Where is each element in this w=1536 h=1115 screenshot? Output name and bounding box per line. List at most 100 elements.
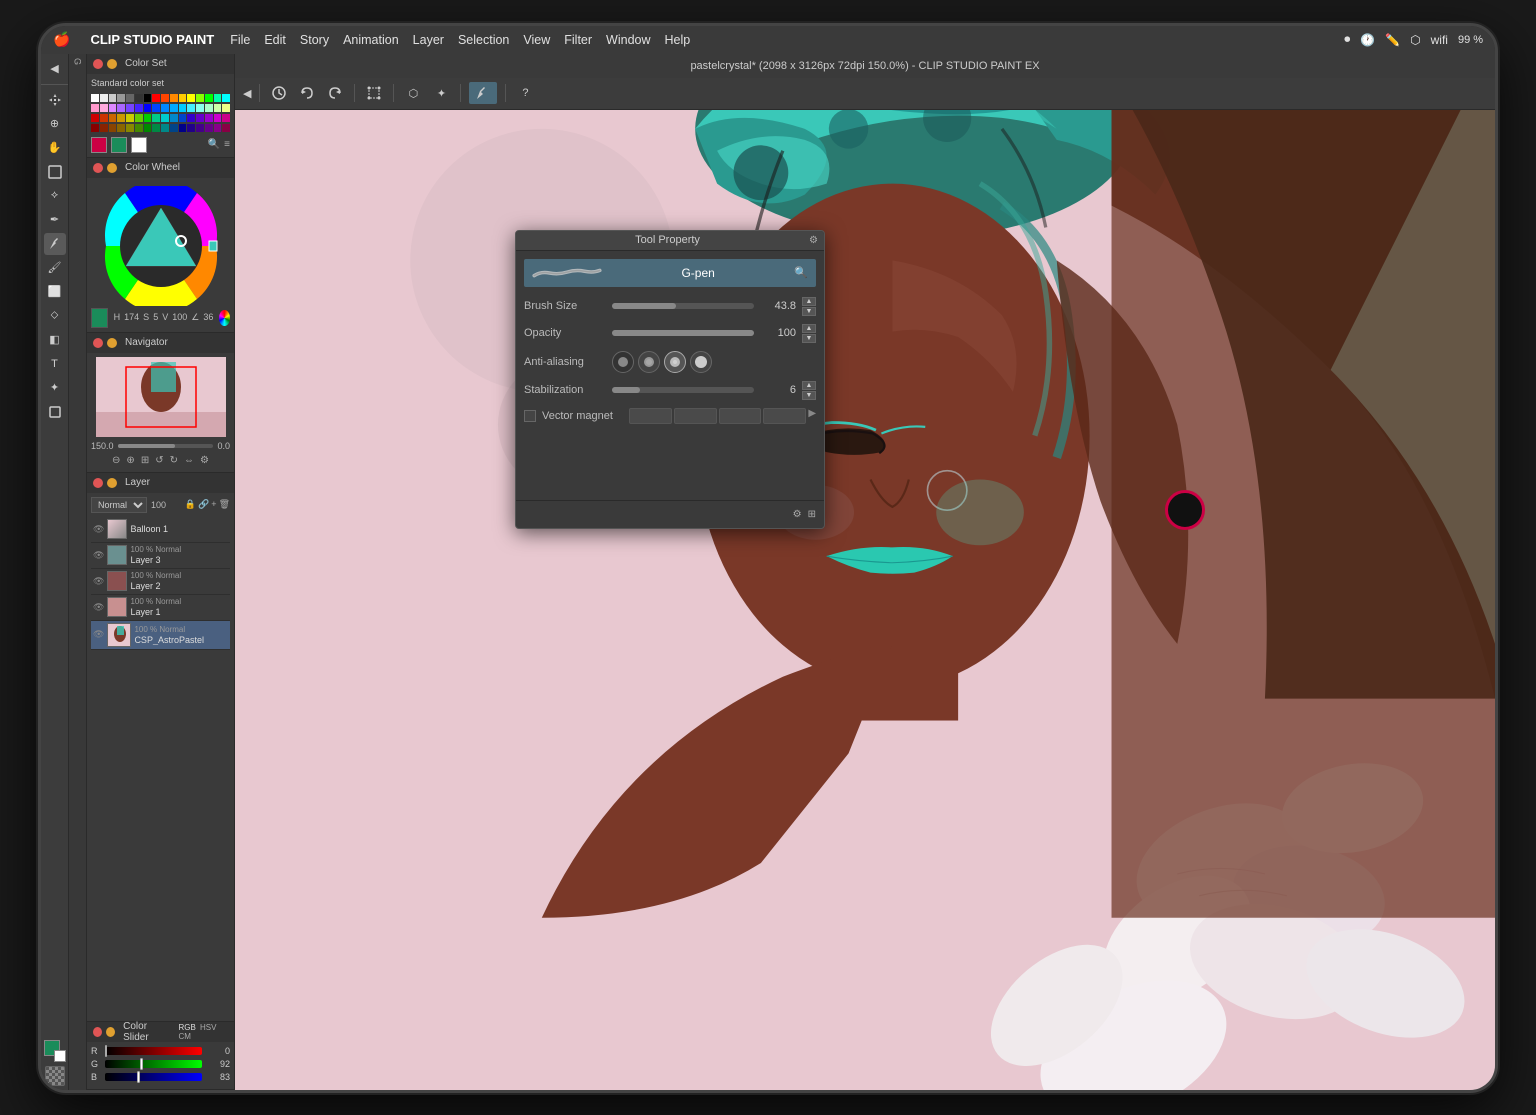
link-icon[interactable]: 🔗: [198, 499, 209, 510]
swatch[interactable]: [152, 104, 160, 112]
art-canvas[interactable]: Tool Property ⚙ G-pen 🔍: [235, 110, 1495, 1090]
hue-selector[interactable]: [219, 310, 230, 326]
brush-size-up[interactable]: ▲: [802, 297, 816, 306]
swatch[interactable]: [109, 114, 117, 122]
help-icon[interactable]: ?: [514, 82, 536, 104]
opacity-stepper[interactable]: ▲ ▼: [802, 324, 816, 343]
swatch[interactable]: [161, 104, 169, 112]
swatch[interactable]: [170, 104, 178, 112]
color-slider-close[interactable]: [93, 1027, 102, 1037]
rgb-tab[interactable]: RGB: [178, 1023, 195, 1032]
layer-eye[interactable]: 👁: [93, 629, 104, 640]
nav-zoom-slider[interactable]: [118, 444, 214, 448]
menu-layer[interactable]: Layer: [413, 33, 444, 47]
color-options[interactable]: ≡: [224, 139, 230, 150]
swatch[interactable]: [144, 104, 152, 112]
swatch[interactable]: [109, 124, 117, 132]
g-slider[interactable]: [105, 1060, 202, 1068]
swatch[interactable]: [187, 104, 195, 112]
dialog-settings-icon[interactable]: ⚙: [793, 509, 802, 520]
b-slider[interactable]: [105, 1073, 202, 1081]
swatch[interactable]: [100, 104, 108, 112]
swatch[interactable]: [152, 124, 160, 132]
dialog-titlebar[interactable]: Tool Property ⚙: [516, 231, 824, 251]
navigator-min[interactable]: [107, 338, 117, 348]
vector-magnet-checkbox[interactable]: [524, 410, 536, 422]
swatch[interactable]: [117, 114, 125, 122]
color-wheel-svg[interactable]: [101, 186, 221, 306]
swatch[interactable]: [161, 94, 169, 102]
brush-size-slider[interactable]: [612, 303, 754, 309]
swatch[interactable]: [179, 94, 187, 102]
apple-logo[interactable]: 🍎: [53, 31, 70, 48]
swatch[interactable]: [170, 114, 178, 122]
background-color[interactable]: [111, 137, 127, 153]
menu-view[interactable]: View: [523, 33, 550, 47]
menu-selection[interactable]: Selection: [458, 33, 509, 47]
swatch[interactable]: [205, 124, 213, 132]
swatch[interactable]: [179, 124, 187, 132]
nav-fit[interactable]: ⊞: [139, 453, 151, 468]
navigator-preview[interactable]: [96, 357, 226, 437]
undo-icon[interactable]: [296, 82, 318, 104]
swatch[interactable]: [196, 124, 204, 132]
swatch[interactable]: [91, 104, 99, 112]
nav-zoom-out[interactable]: ⊖: [110, 453, 122, 468]
opacity-up[interactable]: ▲: [802, 324, 816, 333]
swatch[interactable]: [126, 124, 134, 132]
lasso-tool[interactable]: ⟡: [44, 185, 66, 207]
nav-tools[interactable]: ⚙: [198, 453, 211, 468]
stab-slider[interactable]: [612, 387, 754, 393]
nav-rotate-left[interactable]: ↺: [153, 453, 165, 468]
swatch[interactable]: [91, 124, 99, 132]
stab-down[interactable]: ▼: [802, 391, 816, 400]
lasso-icon[interactable]: ⬡: [402, 82, 424, 104]
nav-zoom-in[interactable]: ⊕: [124, 453, 136, 468]
menu-animation[interactable]: Animation: [343, 33, 399, 47]
layer-eye[interactable]: 👁: [93, 576, 104, 587]
select-tool[interactable]: [44, 161, 66, 183]
hsv-tab[interactable]: HSV: [200, 1023, 216, 1032]
stab-up[interactable]: ▲: [802, 381, 816, 390]
swatch[interactable]: [135, 124, 143, 132]
swatch[interactable]: [144, 114, 152, 122]
menu-filter[interactable]: Filter: [564, 33, 592, 47]
pen-tool[interactable]: [44, 233, 66, 255]
blend-mode-select[interactable]: Normal: [91, 497, 147, 513]
swatch[interactable]: [179, 104, 187, 112]
brush-tool[interactable]: 🖌: [44, 257, 66, 279]
swatch[interactable]: [135, 114, 143, 122]
redo-icon[interactable]: [324, 82, 346, 104]
layer-row-selected[interactable]: 👁 100 % Normal CSP_AstroPastel: [91, 621, 230, 650]
color-wheel-close[interactable]: [93, 163, 103, 173]
vm-seg1[interactable]: [629, 408, 672, 424]
color-wheel-min[interactable]: [107, 163, 117, 173]
layer-eye[interactable]: 👁: [93, 524, 104, 535]
vector-tool[interactable]: ✦: [44, 377, 66, 399]
menu-edit[interactable]: Edit: [264, 33, 286, 47]
color-set-min[interactable]: [107, 59, 117, 69]
swatch[interactable]: [144, 124, 152, 132]
fill-tool[interactable]: ⬦: [44, 305, 66, 327]
collapse-panels-btn[interactable]: ◀: [243, 87, 251, 100]
aa-high[interactable]: [690, 351, 712, 373]
swatch[interactable]: [196, 94, 204, 102]
swatch[interactable]: [109, 94, 117, 102]
eyedrop-tool[interactable]: ✒: [44, 209, 66, 231]
foreground-color[interactable]: [91, 137, 107, 153]
swatch[interactable]: [214, 104, 222, 112]
add-layer-icon[interactable]: +: [211, 499, 216, 510]
color-set-close[interactable]: [93, 59, 103, 69]
hand-tool[interactable]: ✋: [44, 137, 66, 159]
menu-help[interactable]: Help: [665, 33, 691, 47]
eraser-tool[interactable]: ⬜: [44, 281, 66, 303]
brush-size-down[interactable]: ▼: [802, 307, 816, 316]
shape-tool[interactable]: [44, 401, 66, 423]
swatch[interactable]: [187, 114, 195, 122]
gradient-tool[interactable]: ◧: [44, 329, 66, 351]
cmyk-tab[interactable]: CM: [178, 1032, 190, 1041]
swatch[interactable]: [126, 114, 134, 122]
vm-seg2[interactable]: [674, 408, 717, 424]
swatch[interactable]: [214, 124, 222, 132]
layer-row[interactable]: 👁 Balloon 1: [91, 517, 230, 543]
